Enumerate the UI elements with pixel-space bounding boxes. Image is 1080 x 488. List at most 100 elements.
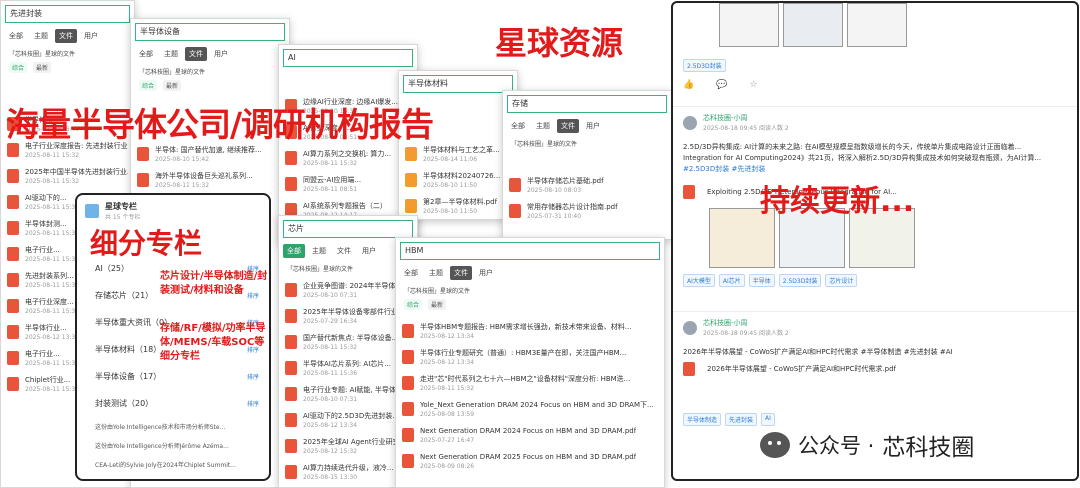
post-tag[interactable]: AI大模型 xyxy=(683,274,715,287)
chip-latest[interactable]: 最新 xyxy=(33,62,52,73)
column-article[interactable]: 这份由Yole Intelligence分析师Jérôme Azéma... xyxy=(77,436,269,455)
pdf-icon xyxy=(285,361,297,375)
overlay-column: 细分专栏 xyxy=(90,227,203,260)
chip-all[interactable]: 综合 xyxy=(139,80,158,91)
file-date: 2025-08-15 13:30 xyxy=(303,474,358,481)
search-input[interactable]: 存储 xyxy=(507,95,667,113)
file-item[interactable]: 海外半导体设备巨头巡礼系列... 2025-08-11 15:32 xyxy=(131,169,289,195)
sort-button[interactable]: 排序 xyxy=(247,372,259,381)
post-tag[interactable]: 先进封装 xyxy=(725,413,758,426)
file-title: 第2章—半导体材料.pdf xyxy=(423,198,498,206)
overlay-reports: 海量半导体公司/调研机构报告 xyxy=(6,105,434,144)
post-tag[interactable]: 2.5D3D封装 xyxy=(683,59,726,72)
tab-user[interactable]: 用户 xyxy=(210,47,232,61)
author-name[interactable]: 芯科技圈-小周 xyxy=(703,318,789,328)
post-tag[interactable]: 半导体 xyxy=(748,274,775,287)
tab-file[interactable]: 文件 xyxy=(333,244,355,258)
column-article[interactable]: CEA-Leti的Sylvie Joly在2024年Chiplet Summit… xyxy=(77,455,269,474)
file-item[interactable]: 半导体: 国产替代加速, 继续推荐... 2025-08-10 15:42 xyxy=(131,143,289,169)
tab-all[interactable]: 全部 xyxy=(283,244,305,258)
file-date: 2025-08-10 11:50 xyxy=(423,182,478,189)
file-title: Next Generation DRAM 2025 Focus on HBM a… xyxy=(420,453,637,461)
tab-all[interactable]: 全部 xyxy=(400,266,422,280)
chip-all[interactable]: 综合 xyxy=(404,299,423,310)
pdf-icon xyxy=(285,309,297,323)
file-title: 先进封装系列... xyxy=(25,272,74,280)
file-item[interactable]: Next Generation DRAM 2025 Focus on HBM a… xyxy=(396,450,664,476)
tab-file[interactable]: 文件 xyxy=(557,119,579,133)
tab-all[interactable]: 全部 xyxy=(135,47,157,61)
tab-topic[interactable]: 主题 xyxy=(308,244,330,258)
overlay-categories-2: 存储/RF/模拟/功率半导体/MEMS/车载SOC等细分专栏 xyxy=(160,323,266,362)
file-item[interactable]: 走进"芯"时代系列之七十六—HBM之"设备材料"深度分析: HBM迭... 202… xyxy=(396,372,664,398)
file-item[interactable]: Yole_Next Generation DRAM 2024 Focus on … xyxy=(396,398,664,424)
column-row[interactable]: 封装测试（20） 排序 xyxy=(77,390,269,417)
pdf-icon xyxy=(509,204,521,218)
pdf-icon xyxy=(7,273,19,287)
file-item[interactable]: 半导体行业专题研究（普通）: HBM3E量产在即，关注国产HBM... 2025-… xyxy=(396,346,664,372)
tab-user[interactable]: 用户 xyxy=(582,119,604,133)
wechat-icon xyxy=(760,432,790,458)
file-item[interactable]: 半导体存储芯片基础.pdf 2025-08-10 08:03 xyxy=(503,174,671,200)
chip-all[interactable]: 综合 xyxy=(9,62,28,73)
tab-topic[interactable]: 主题 xyxy=(532,119,554,133)
file-date: 2025-08-10 07:31 xyxy=(303,292,358,299)
sort-button[interactable]: 排序 xyxy=(247,399,259,408)
chip-latest[interactable]: 最新 xyxy=(163,80,182,91)
author-name[interactable]: 芯科技圈-小周 xyxy=(703,113,789,123)
file-item[interactable]: 半导体材料与工艺之革... 2025-08-14 11:06 xyxy=(399,143,517,169)
file-item[interactable]: Next Generation DRAM 2024 Focus on HBM a… xyxy=(396,424,664,450)
avatar[interactable] xyxy=(683,115,697,130)
post-tag[interactable]: AI芯片 xyxy=(718,274,745,287)
file-item[interactable]: 半导体材料20240726... 2025-08-10 11:50 xyxy=(399,169,517,195)
column-article[interactable]: 这份由Yole Intelligence技术和市场分析师Ste... xyxy=(77,417,269,436)
pdf-icon xyxy=(7,247,19,261)
tab-user[interactable]: 用户 xyxy=(80,29,102,43)
file-title: 同盟云-AI应用端... xyxy=(303,176,362,184)
file-list: 半导体材料与工艺之革... 2025-08-14 11:06 半导体材料202407… xyxy=(399,143,517,219)
post-tag[interactable]: 芯片设计 xyxy=(825,274,858,287)
search-input[interactable]: 半导体设备 xyxy=(135,23,285,41)
search-input[interactable]: HBM xyxy=(400,242,660,260)
pdf-icon xyxy=(7,325,19,339)
file-item[interactable]: 同盟云-AI应用端... 2025-08-11 08:51 xyxy=(279,173,417,199)
file-title: 半导体材料与工艺之革... xyxy=(423,146,500,154)
tab-user[interactable]: 用户 xyxy=(358,244,380,258)
file-item[interactable]: AI算力系列之交换机: 算力... 2025-08-11 15:32 xyxy=(279,147,417,173)
tab-file[interactable]: 文件 xyxy=(185,47,207,61)
search-input[interactable]: 芯片 xyxy=(283,220,413,238)
search-input[interactable]: 先进封装 xyxy=(5,5,130,23)
like-icon[interactable]: 👍 xyxy=(683,80,694,90)
tab-topic[interactable]: 主题 xyxy=(160,47,182,61)
tab-user[interactable]: 用户 xyxy=(475,266,497,280)
file-title: 2025年中国半导体先进封装行业... xyxy=(25,168,128,176)
file-item[interactable]: 半导体HBM专题报告: HBM需求增长强劲，新技术带来设备、材料... 2025-… xyxy=(396,320,664,346)
post-tag[interactable]: 2.5D3D封装 xyxy=(778,274,822,287)
post-hashtags[interactable]: #2.5D3D封装 #先进封装 xyxy=(673,164,1077,175)
column-name: 存储芯片（21） xyxy=(95,291,154,300)
attachment-link[interactable]: 2026年半导体展望 - CoWoS扩产满足AI和HPC时代需求.pdf xyxy=(707,364,896,374)
file-item[interactable]: 常用存储器芯片设计指南.pdf 2025-07-31 10:40 xyxy=(503,200,671,226)
column-sublist: 这份由Yole Intelligence技术和市场分析师Ste... 这份由Yol… xyxy=(77,417,269,474)
comment-icon[interactable]: 💬 xyxy=(716,80,727,90)
tab-all[interactable]: 全部 xyxy=(507,119,529,133)
tab-file[interactable]: 文件 xyxy=(450,266,472,280)
post-tag[interactable]: 半导体制造 xyxy=(683,413,722,426)
tab-file[interactable]: 文件 xyxy=(55,29,77,43)
tab-topic[interactable]: 主题 xyxy=(425,266,447,280)
column-row[interactable]: 半导体设备（17） 排序 xyxy=(77,363,269,390)
star-icon[interactable]: ☆ xyxy=(749,80,757,90)
chip-latest[interactable]: 最新 xyxy=(428,299,447,310)
search-input[interactable]: 半导体材料 xyxy=(403,75,513,93)
file-title: 走进"芯"时代系列之七十六—HBM之"设备材料"深度分析: HBM迭... xyxy=(420,375,631,383)
file-title: AI驱动下的... xyxy=(25,194,67,202)
tab-topic[interactable]: 主题 xyxy=(30,29,52,43)
avatar[interactable] xyxy=(683,320,697,335)
pdf-icon xyxy=(137,173,149,187)
file-item[interactable]: 2025年中国半导体先进封装行业... 2025-08-11 15:32 xyxy=(1,165,134,191)
file-list: 半导体: 国产替代加速, 继续推荐... 2025-08-10 15:42 海外半导… xyxy=(131,143,289,195)
post-tag[interactable]: AI xyxy=(761,413,775,426)
tab-all[interactable]: 全部 xyxy=(5,29,27,43)
search-input[interactable]: AI xyxy=(283,49,413,67)
file-date: 2025-08-11 15:32 xyxy=(303,160,358,167)
